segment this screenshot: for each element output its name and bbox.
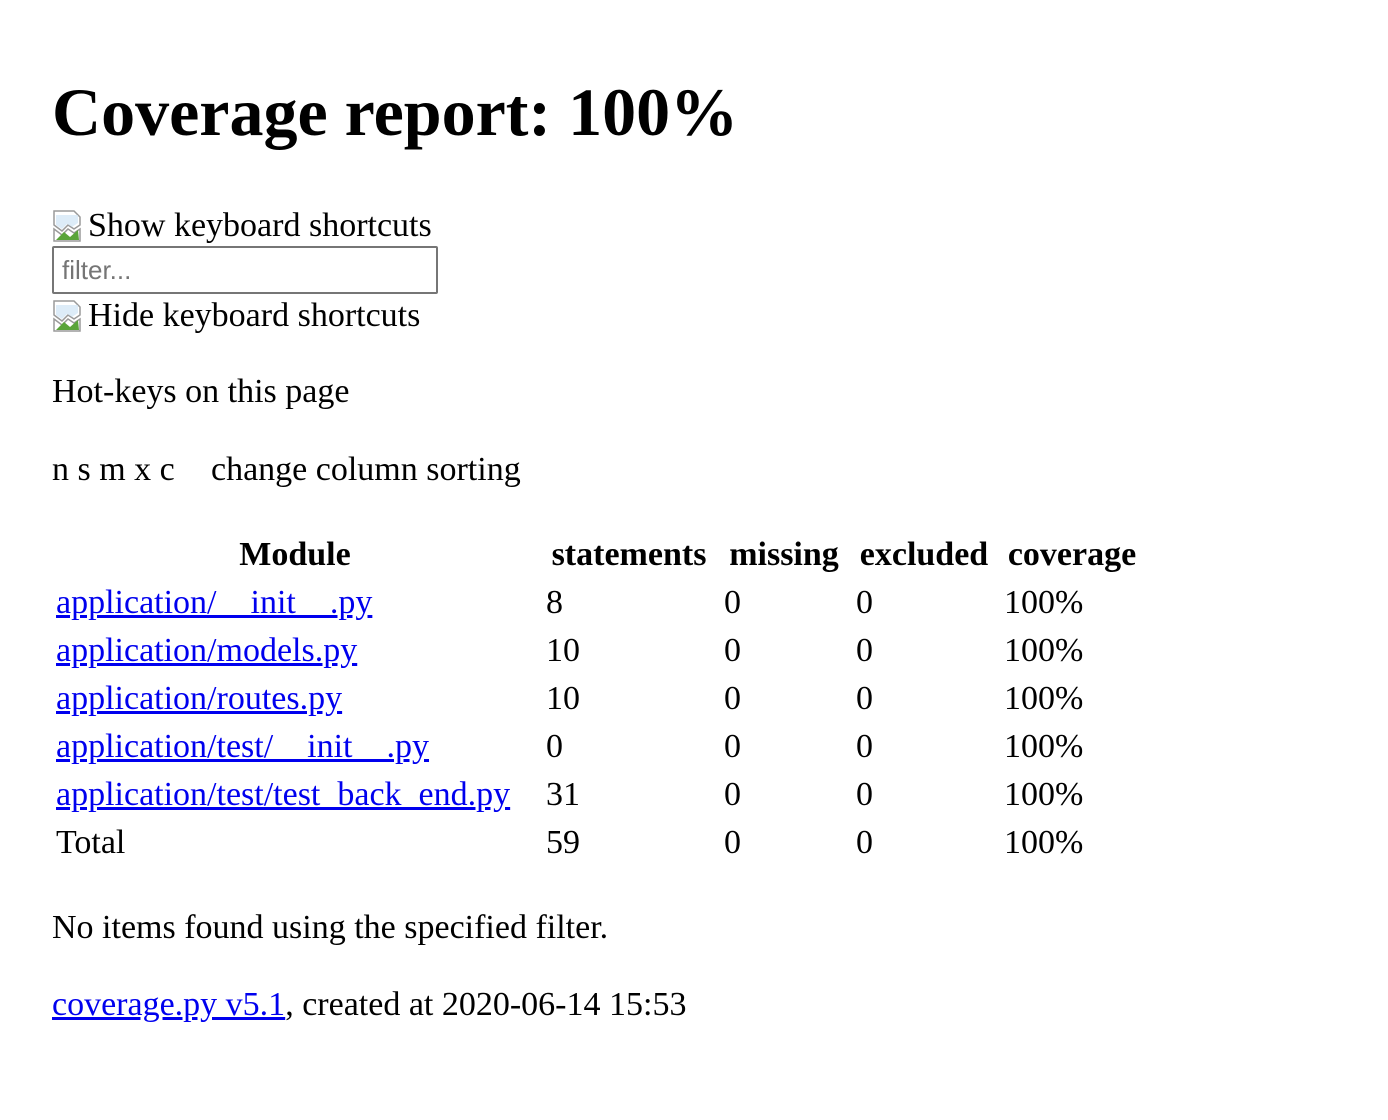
excluded-cell: 0 — [856, 728, 873, 765]
total-statements: 59 — [546, 824, 580, 861]
statements-cell: 10 — [546, 632, 580, 669]
column-header-statements[interactable]: statements — [542, 532, 716, 578]
statements-cell: 8 — [546, 584, 563, 621]
excluded-cell: 0 — [856, 632, 873, 669]
statements-cell: 31 — [546, 776, 580, 813]
statements-cell: 10 — [546, 680, 580, 717]
no-items-message: No items found using the specified filte… — [52, 909, 609, 946]
footer: coverage.py v5.1, created at 2020-06-14 … — [52, 985, 686, 1025]
module-link[interactable]: application/test/__init__.py — [56, 728, 429, 765]
column-header-coverage[interactable]: coverage — [1000, 532, 1144, 578]
page-title: Coverage report: 100% — [52, 74, 739, 150]
broken-image-icon — [52, 299, 88, 333]
excluded-cell: 0 — [856, 680, 873, 717]
module-cell: application/models.py — [52, 628, 538, 674]
table-row: application/test/test_back_end.py 31 0 0… — [52, 772, 1144, 818]
coverage-cell: 100% — [1004, 776, 1084, 813]
column-header-missing[interactable]: missing — [720, 532, 848, 578]
excluded-cell: 0 — [856, 776, 873, 813]
excluded-cell: 0 — [856, 584, 873, 621]
table-row: application/models.py 10 0 0 100% — [52, 628, 1144, 674]
coverage-cell: 100% — [1004, 632, 1084, 669]
total-excluded: 0 — [856, 824, 873, 861]
hide-keyboard-shortcuts-label: Hide keyboard shortcuts — [88, 297, 421, 334]
module-link[interactable]: application/routes.py — [56, 680, 342, 717]
show-keyboard-shortcuts-button[interactable]: Show keyboard shortcuts — [52, 206, 432, 246]
missing-cell: 0 — [724, 776, 741, 813]
coverage-cell: 100% — [1004, 728, 1084, 765]
coverage-version-link[interactable]: coverage.py v5.1 — [52, 986, 285, 1023]
missing-cell: 0 — [724, 584, 741, 621]
module-link[interactable]: application/__init__.py — [56, 584, 372, 621]
module-link[interactable]: application/test/test_back_end.py — [56, 776, 510, 813]
total-label: Total — [56, 824, 126, 861]
module-cell: application/__init__.py — [52, 580, 538, 626]
total-row: Total 59 0 0 100% — [52, 820, 1144, 866]
coverage-cell: 100% — [1004, 584, 1084, 621]
column-header-excluded[interactable]: excluded — [852, 532, 996, 578]
coverage-table: Module statements missing excluded cover… — [48, 530, 1148, 868]
table-row: application/__init__.py 8 0 0 100% — [52, 580, 1144, 626]
total-coverage: 100% — [1004, 824, 1084, 861]
hotkeys-keys: n s m x c — [52, 451, 175, 488]
table-row: application/test/__init__.py 0 0 0 100% — [52, 724, 1144, 770]
module-cell: application/routes.py — [52, 676, 538, 722]
hotkeys-description: change column sorting — [211, 451, 521, 488]
show-keyboard-shortcuts-label: Show keyboard shortcuts — [88, 207, 432, 244]
column-header-module[interactable]: Module — [52, 532, 538, 578]
statements-cell: 0 — [546, 728, 563, 765]
module-cell: application/test/__init__.py — [52, 724, 538, 770]
missing-cell: 0 — [724, 728, 741, 765]
hide-keyboard-shortcuts-button[interactable]: Hide keyboard shortcuts — [52, 296, 420, 336]
coverage-cell: 100% — [1004, 680, 1084, 717]
footer-created-text: , created at 2020-06-14 15:53 — [285, 986, 687, 1023]
table-row: application/routes.py 10 0 0 100% — [52, 676, 1144, 722]
hotkeys-heading: Hot-keys on this page — [52, 373, 350, 410]
module-link[interactable]: application/models.py — [56, 632, 357, 669]
table-header-row: Module statements missing excluded cover… — [52, 532, 1144, 578]
missing-cell: 0 — [724, 632, 741, 669]
total-missing: 0 — [724, 824, 741, 861]
broken-image-icon — [52, 209, 88, 243]
hotkeys-row: n s m x c change column sorting — [52, 450, 521, 490]
missing-cell: 0 — [724, 680, 741, 717]
filter-input[interactable] — [52, 246, 438, 294]
module-cell: application/test/test_back_end.py — [52, 772, 538, 818]
